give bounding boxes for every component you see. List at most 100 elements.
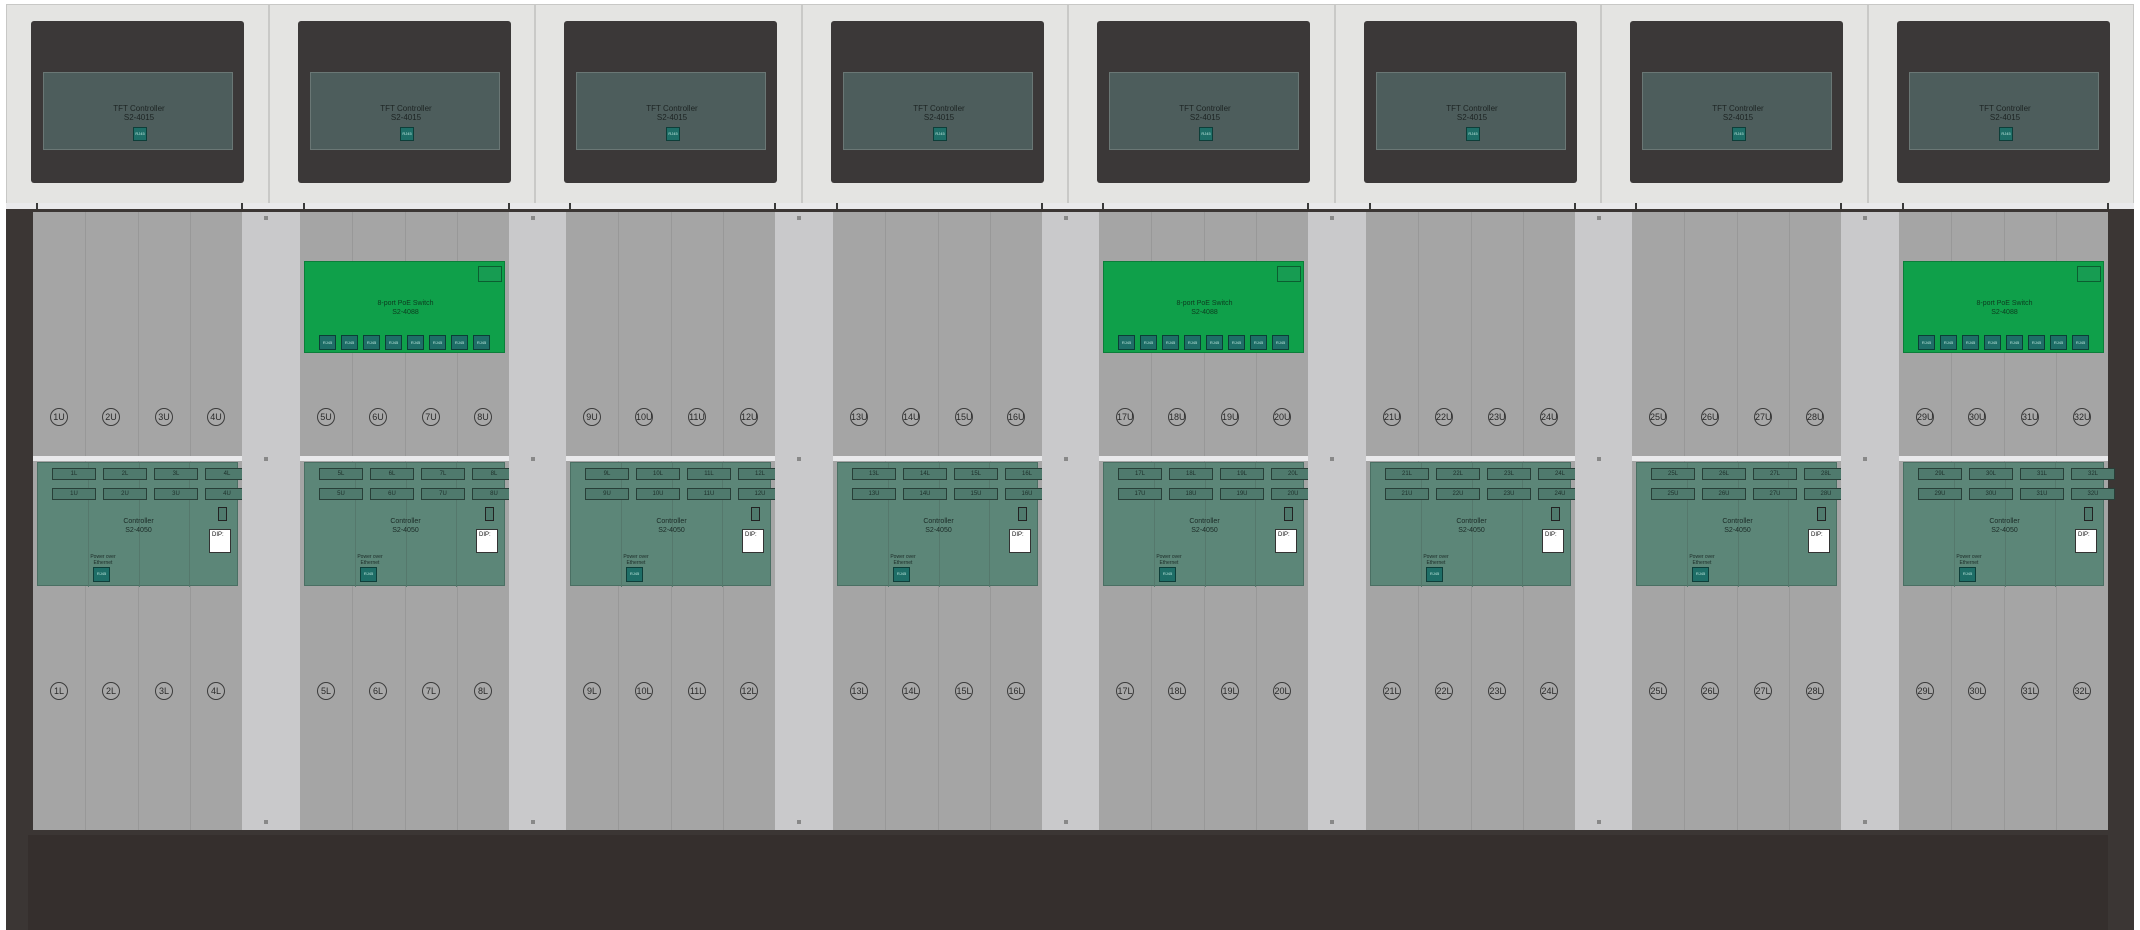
controller: 1L 2L 3L 4L 1U 2U 3U 4U Controller S2-4050 DIP: Pow…: [37, 462, 249, 587]
upper-position-label: 8U: [474, 408, 492, 426]
dip-label: DIP:: [479, 532, 491, 538]
poe-switch: 8-port PoE Switch S2-4088 RJ45 RJ45 RJ45 RJ45…: [1903, 261, 2104, 353]
tft-rj45-port: RJ45: [1466, 127, 1480, 141]
bay: 9U 10U 11U 12U 9L 10L 11L 12L 9L 10L 11L 12L 9U 10U 11…: [566, 212, 782, 830]
switch-rj45-port: RJ45: [2072, 335, 2089, 350]
gap-mark: [264, 457, 268, 461]
tft-controller: TFT Controller S2-4015 RJ45: [831, 21, 1044, 183]
controller-rj45-port: RJ45: [626, 567, 643, 582]
shelf: [566, 456, 775, 461]
dip-switch: DIP:: [1275, 529, 1297, 553]
lower-position-label: 31L: [2021, 682, 2039, 700]
rail-mark: [2107, 203, 2109, 209]
gap-mark: [1597, 457, 1601, 461]
rail-mark: [1102, 203, 1104, 209]
upper-position-label: 31U: [2021, 408, 2039, 426]
controller-rj45-port: RJ45: [93, 567, 110, 582]
terminal-block: 30L: [1969, 468, 2013, 480]
tft-title: TFT Controller: [646, 104, 698, 113]
bay-gap: [1042, 212, 1100, 830]
lower-position-label: 3L: [155, 682, 173, 700]
shelf: [1366, 456, 1575, 461]
controller-rj45-port: RJ45: [1426, 567, 1443, 582]
gap-mark: [797, 216, 801, 220]
poe-label-line2: Ethernet: [1159, 560, 1179, 566]
bay-gap: [775, 212, 833, 830]
upper-position-label: 14U: [902, 408, 920, 426]
terminal-block: 25U: [1651, 488, 1695, 500]
tft-screen: TFT Controller S2-4015 RJ45: [310, 72, 500, 150]
switch-rj45-port: RJ45: [1140, 335, 1157, 350]
tft-model: S2-4015: [1989, 113, 2021, 122]
tft-title: TFT Controller: [913, 104, 965, 113]
terminal-block: 15L: [954, 468, 998, 480]
controller: 17L 18L 19L 20L 17U 18U 19U 20U Controller S2-405…: [1103, 462, 1315, 587]
terminal-block: 21U: [1385, 488, 1429, 500]
rail-mark: [1369, 203, 1371, 209]
lower-position-label: 4L: [207, 682, 225, 700]
shelf: [833, 456, 1042, 461]
switch-rj45-port: RJ45: [429, 335, 446, 350]
terminal-block: 2U: [103, 488, 147, 500]
upper-position-label: 24U: [1540, 408, 1558, 426]
dip-switch: DIP:: [209, 529, 231, 553]
terminal-block: 31L: [2020, 468, 2064, 480]
lower-position-label: 24L: [1540, 682, 1558, 700]
poe-switch: 8-port PoE Switch S2-4088 RJ45 RJ45 RJ45 RJ45…: [1103, 261, 1304, 353]
poe-label-line2: Ethernet: [626, 560, 646, 566]
controller-title: Controller: [656, 518, 687, 525]
terminal-block: 19L: [1220, 468, 1264, 480]
bay: 29U 30U 31U 32U 29L 30L 31L 32L 8-port PoE Switc…: [1899, 212, 2115, 830]
terminal-block: 14U: [903, 488, 947, 500]
controller-title: Controller: [1189, 518, 1220, 525]
upper-position-label: 25U: [1649, 408, 1667, 426]
terminal-block: 18L: [1169, 468, 1213, 480]
shelf: [1099, 456, 1308, 461]
lower-position-label: 29L: [1916, 682, 1934, 700]
terminal-block: 10U: [636, 488, 680, 500]
poe-label-line2: Ethernet: [1959, 560, 1979, 566]
upper-position-label: 13U: [850, 408, 868, 426]
terminal-block: 22L: [1436, 468, 1480, 480]
terminal-block: 1U: [52, 488, 96, 500]
lower-position-label: 16L: [1007, 682, 1025, 700]
lower-position-label: 2L: [102, 682, 120, 700]
upper-position-label: 2U: [102, 408, 120, 426]
rail-mark: [1041, 203, 1043, 209]
terminal-block: 5U: [319, 488, 363, 500]
tft-controller: TFT Controller S2-4015 RJ45: [1364, 21, 1577, 183]
terminal-block: 15U: [954, 488, 998, 500]
tft-title: TFT Controller: [113, 104, 165, 113]
rail-mark: [303, 203, 305, 209]
tft-rj45-port: RJ45: [1999, 127, 2013, 141]
terminal-block: 29L: [1918, 468, 1962, 480]
bay-gap: [1575, 212, 1633, 830]
tft-controller: TFT Controller S2-4015 RJ45: [298, 21, 511, 183]
controller: 13L 14L 15L 16L 13U 14U 15U 16U Controller S2-405…: [837, 462, 1049, 587]
top-rail: [6, 203, 2134, 209]
rail-mark: [1574, 203, 1576, 209]
tft-separator: [801, 5, 803, 203]
gap-mark: [1064, 820, 1068, 824]
bay: 1U 2U 3U 4U 1L 2L 3L 4L 1L 2L 3L 4L 1U 2U 3U 4U Controll…: [33, 212, 249, 830]
terminal-block: 23U: [1487, 488, 1531, 500]
tft-rj45-port: RJ45: [1732, 127, 1746, 141]
terminal-block: 11L: [687, 468, 731, 480]
terminal-block: 29U: [1918, 488, 1962, 500]
terminal-block: 13L: [852, 468, 896, 480]
switch-rj45-port: RJ45: [1118, 335, 1135, 350]
gap-mark: [797, 457, 801, 461]
bay-gap: [509, 212, 567, 830]
tft-screen: TFT Controller S2-4015 RJ45: [1642, 72, 1832, 150]
rail-mark: [774, 203, 776, 209]
switch-model: S2-4088: [392, 309, 419, 316]
upper-position-label: 12U: [740, 408, 758, 426]
terminal-block: 9L: [585, 468, 629, 480]
gap-mark: [531, 457, 535, 461]
controller-title: Controller: [123, 518, 154, 525]
rail-mark: [1635, 203, 1637, 209]
switch-status-box: [2077, 266, 2101, 282]
controller-rj45-port: RJ45: [360, 567, 377, 582]
switch-model: S2-4088: [1191, 309, 1218, 316]
tft-separator: [1334, 5, 1336, 203]
